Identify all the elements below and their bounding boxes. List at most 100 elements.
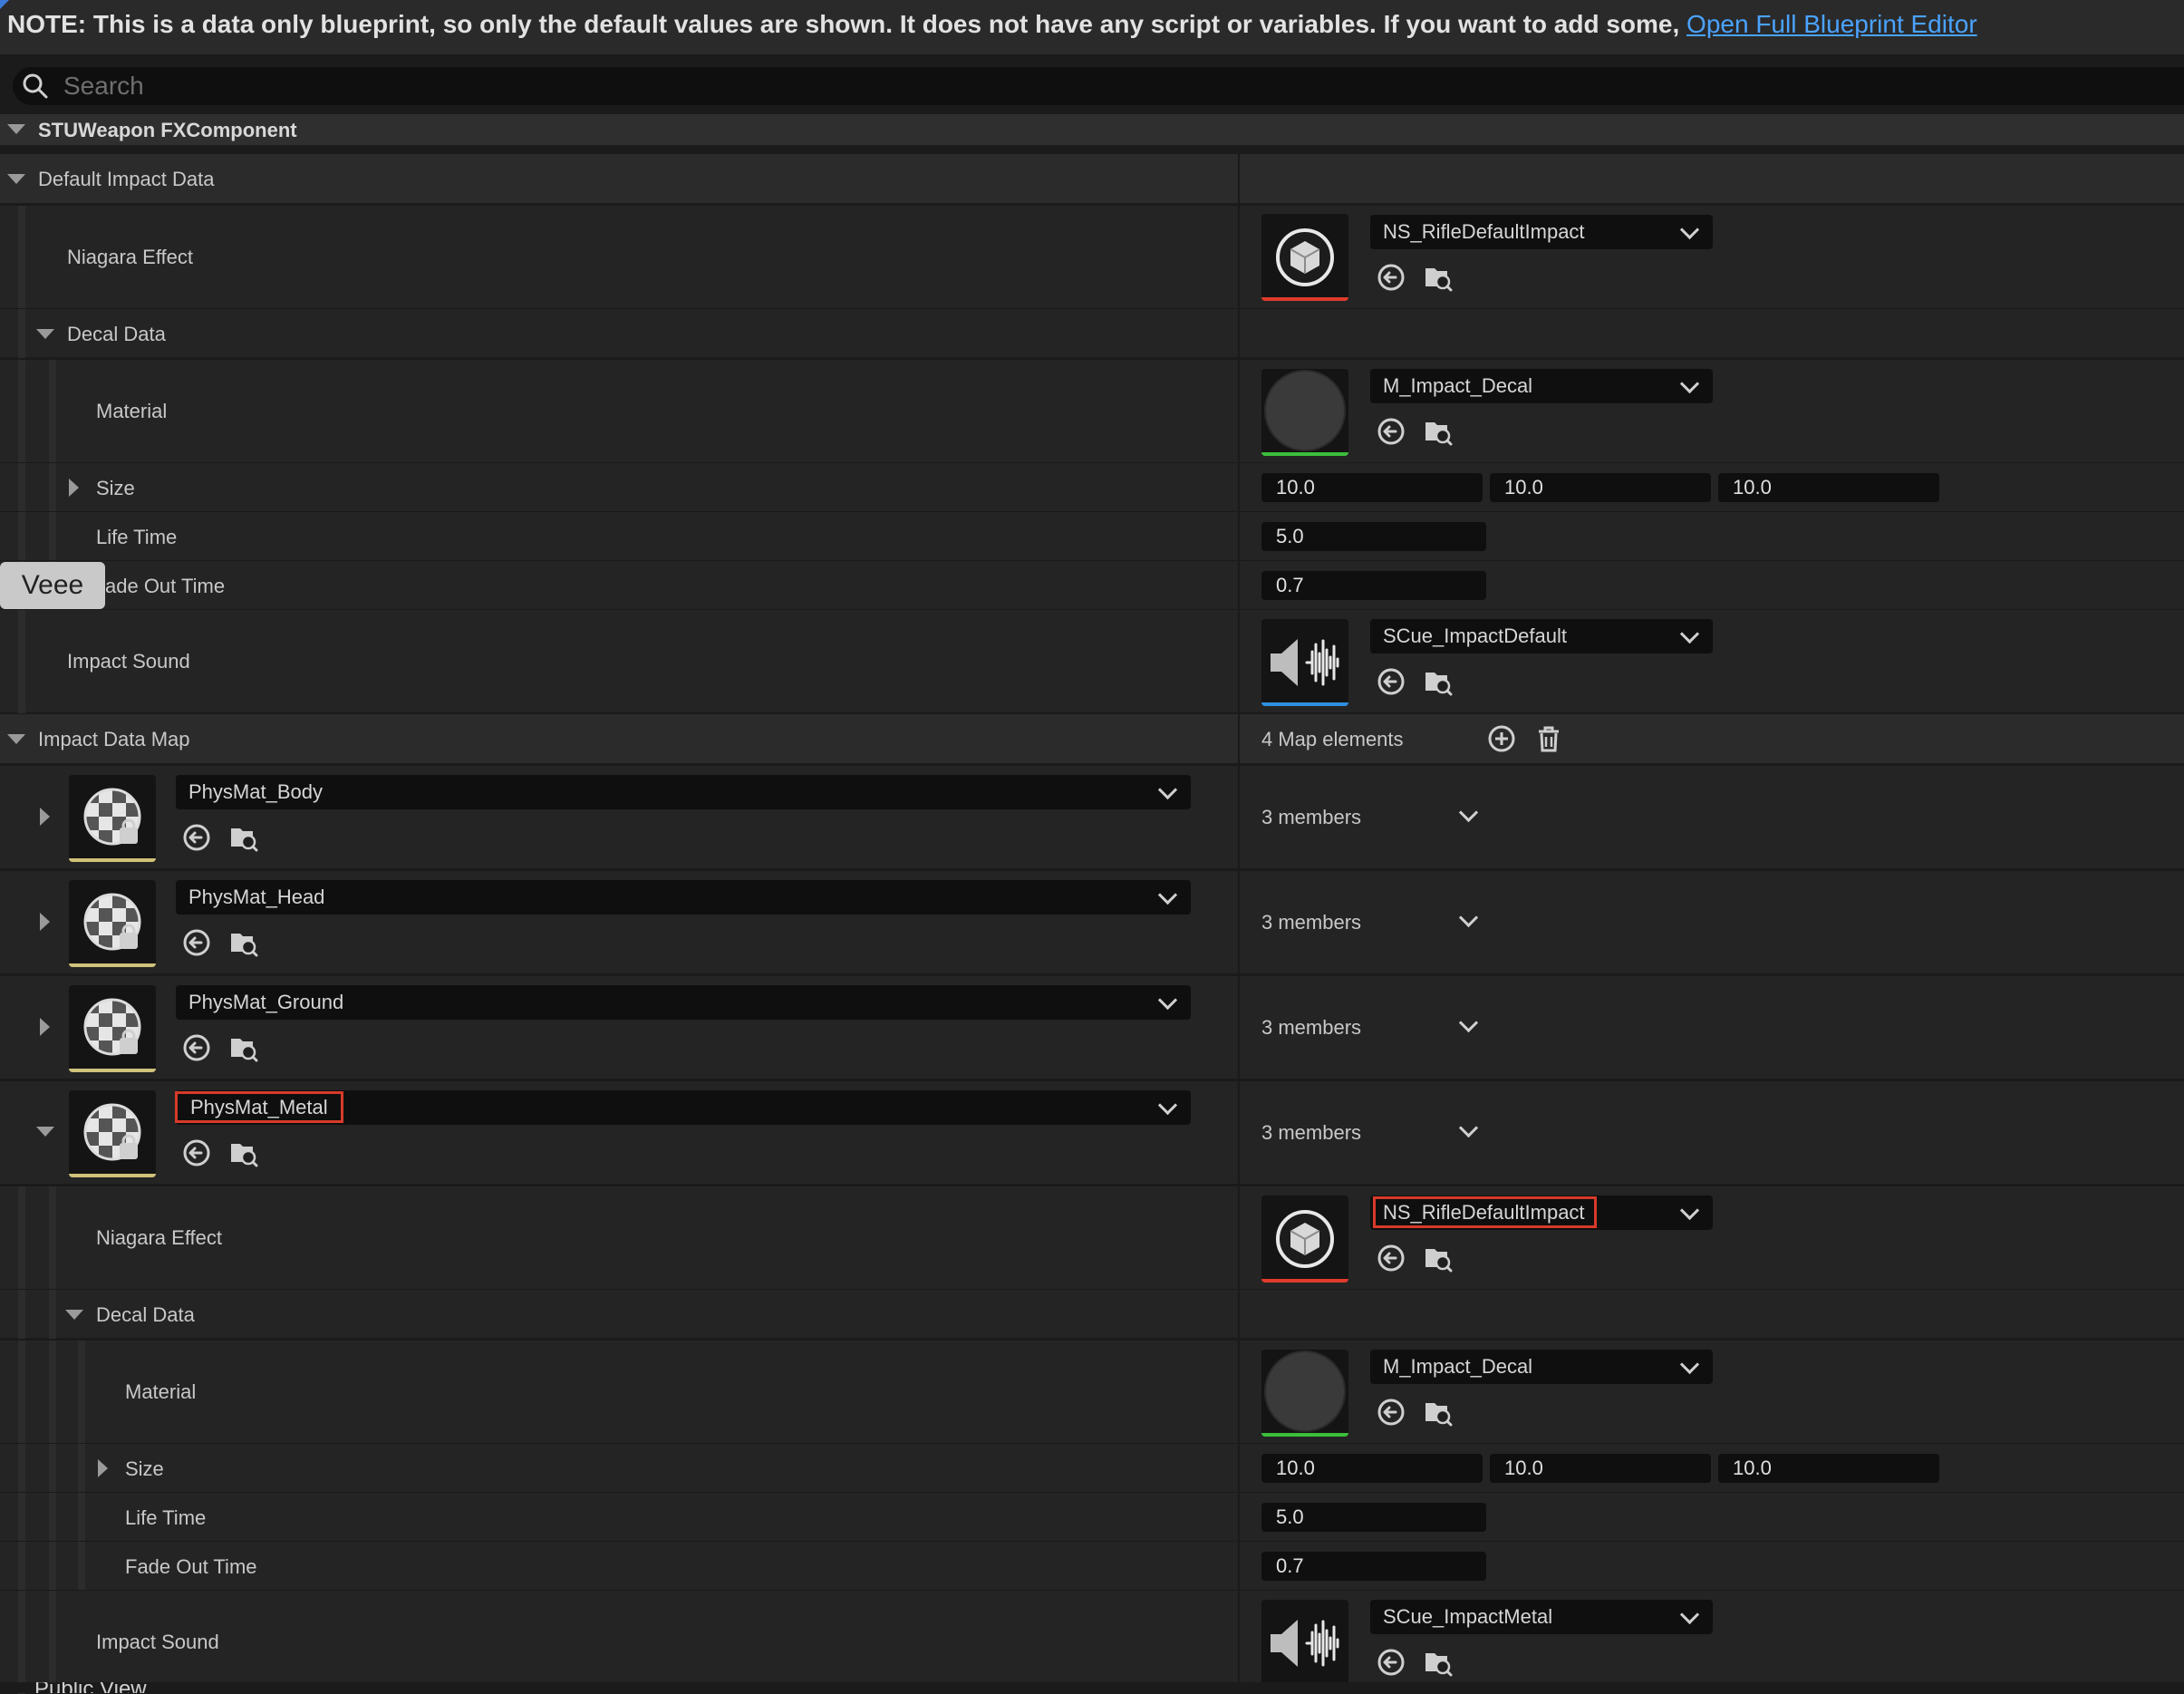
indent-bar	[49, 463, 56, 512]
browse-asset-icon[interactable]	[1423, 666, 1454, 697]
expand-arrow-icon[interactable]	[40, 1018, 50, 1036]
life-time-input[interactable]: 5.0	[1261, 522, 1486, 551]
life-time-label: Life Time	[96, 526, 178, 548]
use-selected-back-icon[interactable]	[181, 1032, 212, 1063]
browse-asset-icon[interactable]	[228, 1137, 259, 1168]
add-element-icon[interactable]	[1486, 723, 1517, 754]
column-divider[interactable]	[1238, 154, 1240, 1682]
decal-data-header[interactable]: Decal Data	[0, 308, 2184, 358]
fade-out-time-input[interactable]: 0.7	[1261, 571, 1486, 600]
use-selected-back-icon[interactable]	[1376, 666, 1406, 697]
sound-thumbnail[interactable]	[1261, 1600, 1348, 1687]
browse-asset-icon[interactable]	[228, 1032, 259, 1063]
map-key-combo[interactable]: PhysMat_Metal	[175, 1090, 1191, 1125]
impact-sound-combo[interactable]: SCue_ImpactMetal	[1370, 1600, 1713, 1634]
impact-sound-combo[interactable]: SCue_ImpactDefault	[1370, 619, 1713, 653]
collapse-arrow-icon[interactable]	[65, 1310, 83, 1320]
fade-out-time-row: ade Out Time 0.7	[0, 560, 2184, 610]
browse-asset-icon[interactable]	[1423, 1397, 1454, 1428]
physical-material-icon	[69, 775, 156, 862]
open-full-blueprint-editor-link[interactable]: Open Full Blueprint Editor	[1686, 10, 1977, 38]
material-combo[interactable]: M_Impact_Decal	[1370, 369, 1713, 403]
component-category-header[interactable]: STUWeapon FXComponent	[0, 114, 2184, 145]
browse-asset-icon[interactable]	[1423, 1647, 1454, 1678]
niagara-system-icon	[1261, 214, 1348, 301]
chevron-down-icon	[1679, 219, 1700, 240]
indent-bar	[78, 1493, 85, 1542]
members-dropdown[interactable]	[1458, 907, 1481, 933]
niagara-effect-combo[interactable]: NS_RifleDefaultImpact	[1370, 215, 1713, 249]
niagara-thumbnail[interactable]	[1261, 1195, 1348, 1283]
impact-data-map-header[interactable]: Impact Data Map 4 Map elements	[0, 714, 2184, 763]
browse-asset-icon[interactable]	[1423, 262, 1454, 293]
map-key-value: PhysMat_Body	[188, 780, 323, 803]
expand-arrow-icon[interactable]	[69, 479, 79, 497]
indent-bar	[18, 1290, 25, 1339]
veee-tooltip-button[interactable]: Veee	[0, 562, 105, 609]
browse-asset-icon[interactable]	[1423, 1243, 1454, 1273]
use-selected-back-icon[interactable]	[1376, 1397, 1406, 1428]
delete-all-icon[interactable]	[1533, 723, 1564, 754]
members-count: 3 members	[1261, 806, 1362, 828]
collapse-arrow-icon[interactable]	[36, 1127, 54, 1137]
asset-type-underline	[69, 1174, 156, 1177]
material-thumbnail[interactable]	[1261, 1350, 1348, 1437]
sound-thumbnail[interactable]	[1261, 619, 1348, 706]
asset-type-underline	[69, 1069, 156, 1072]
size-z-input[interactable]: 10.0	[1718, 473, 1939, 502]
size-y-input[interactable]: 10.0	[1490, 473, 1711, 502]
material-thumbnail[interactable]	[1261, 369, 1348, 456]
physmat-thumbnail[interactable]	[69, 775, 156, 862]
chevron-down-icon	[1157, 885, 1178, 905]
search-input[interactable]: Search	[63, 67, 144, 105]
collapse-arrow-icon[interactable]	[7, 124, 25, 134]
physmat-thumbnail[interactable]	[69, 985, 156, 1072]
collapse-arrow-icon[interactable]	[7, 734, 25, 744]
collapse-arrow-icon[interactable]	[36, 329, 54, 339]
browse-asset-icon[interactable]	[228, 927, 259, 958]
fade-out-time-input[interactable]: 0.7	[1261, 1552, 1486, 1581]
members-dropdown[interactable]	[1458, 1012, 1481, 1038]
metal-decal-data-header[interactable]: Decal Data	[0, 1289, 2184, 1339]
browse-asset-icon[interactable]	[228, 822, 259, 853]
size-x-input[interactable]: 10.0	[1261, 473, 1483, 502]
asset-type-underline	[1261, 452, 1348, 456]
use-selected-back-icon[interactable]	[181, 1137, 212, 1168]
use-selected-back-icon[interactable]	[1376, 1647, 1406, 1678]
material-combo[interactable]: M_Impact_Decal	[1370, 1350, 1713, 1384]
material-value: M_Impact_Decal	[1383, 374, 1533, 397]
size-y-input[interactable]: 10.0	[1490, 1454, 1711, 1483]
search-bar[interactable]: Search	[13, 67, 2184, 105]
physmat-thumbnail[interactable]	[69, 880, 156, 967]
use-selected-back-icon[interactable]	[181, 822, 212, 853]
map-key-combo[interactable]: PhysMat_Ground	[176, 985, 1191, 1020]
size-x-input[interactable]: 10.0	[1261, 1454, 1483, 1483]
default-impact-data-header[interactable]: Default Impact Data	[0, 154, 2184, 203]
members-dropdown[interactable]	[1458, 802, 1481, 828]
map-key-value: PhysMat_Ground	[188, 991, 344, 1013]
niagara-effect-value-highlighted: NS_RifleDefaultImpact	[1373, 1196, 1597, 1228]
expand-arrow-icon[interactable]	[98, 1459, 108, 1477]
niagara-thumbnail[interactable]	[1261, 214, 1348, 301]
expand-arrow-icon[interactable]	[40, 808, 50, 826]
niagara-system-icon	[1261, 1195, 1348, 1283]
map-key-combo[interactable]: PhysMat_Body	[176, 775, 1191, 809]
life-time-input[interactable]: 5.0	[1261, 1503, 1486, 1532]
collapse-arrow-icon[interactable]	[7, 174, 25, 184]
use-selected-back-icon[interactable]	[181, 927, 212, 958]
use-selected-back-icon[interactable]	[1376, 416, 1406, 447]
use-selected-back-icon[interactable]	[1376, 262, 1406, 293]
physical-material-icon	[69, 1090, 156, 1177]
niagara-effect-row: Niagara Effect NS_RifleDefaultImpact	[0, 205, 2184, 309]
size-z-input[interactable]: 10.0	[1718, 1454, 1939, 1483]
expand-arrow-icon[interactable]	[40, 913, 50, 931]
browse-asset-icon[interactable]	[1423, 416, 1454, 447]
impact-data-map-title: Impact Data Map	[38, 728, 190, 750]
members-dropdown[interactable]	[1458, 1118, 1481, 1143]
niagara-effect-combo[interactable]: NS_RifleDefaultImpact	[1370, 1195, 1713, 1230]
physmat-thumbnail[interactable]	[69, 1090, 156, 1177]
indent-bar	[18, 1186, 25, 1290]
members-count: 3 members	[1261, 1016, 1362, 1039]
use-selected-back-icon[interactable]	[1376, 1243, 1406, 1273]
map-key-combo[interactable]: PhysMat_Head	[176, 880, 1191, 915]
